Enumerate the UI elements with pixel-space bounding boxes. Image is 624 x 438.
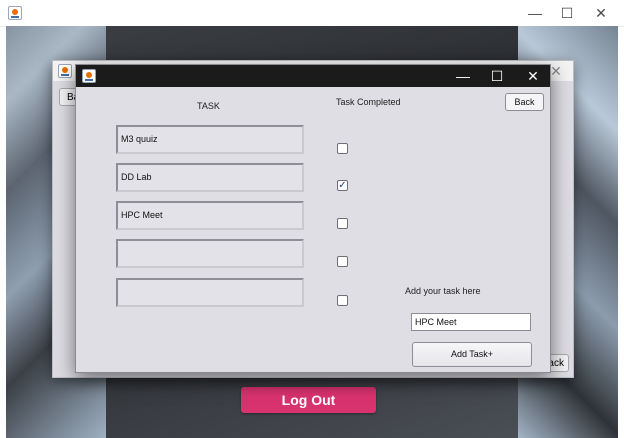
maximize-icon[interactable]: ☐: [552, 3, 582, 23]
task-field[interactable]: DD Lab: [116, 163, 304, 192]
task-completed-checkbox[interactable]: [337, 218, 348, 229]
task-window-titlebar: — ☐ ✕: [76, 65, 550, 87]
task-completed-checkbox[interactable]: [337, 256, 348, 267]
minimize-icon[interactable]: —: [448, 66, 478, 86]
task-field[interactable]: HPC Meet: [116, 201, 304, 230]
close-icon[interactable]: ✕: [586, 3, 616, 23]
close-icon[interactable]: ✕: [518, 66, 548, 86]
add-task-prompt: Add your task here: [405, 286, 481, 296]
java-app-icon: [58, 64, 72, 78]
minimize-icon[interactable]: —: [520, 3, 550, 23]
logout-button[interactable]: Log Out: [241, 387, 376, 413]
task-completed-checkbox[interactable]: [337, 143, 348, 154]
add-task-button[interactable]: Add Task+: [412, 342, 532, 367]
task-field[interactable]: M3 quuiz: [116, 125, 304, 154]
task-field[interactable]: [116, 239, 304, 268]
new-task-input[interactable]: HPC Meet: [411, 313, 531, 331]
task-window: — ☐ ✕ TASK Task Completed Back M3 quuiz …: [75, 64, 551, 373]
task-column-header: TASK: [197, 101, 220, 111]
task-completed-checkbox[interactable]: ✓: [337, 180, 348, 191]
java-app-icon: [8, 6, 22, 20]
task-completed-checkbox[interactable]: [337, 295, 348, 306]
outer-titlebar: — ☐ ✕: [0, 0, 624, 27]
task-field[interactable]: [116, 278, 304, 307]
maximize-icon[interactable]: ☐: [482, 66, 512, 86]
java-app-icon: [82, 69, 96, 83]
back-button[interactable]: Back: [505, 93, 544, 111]
completed-column-header: Task Completed: [336, 97, 401, 107]
